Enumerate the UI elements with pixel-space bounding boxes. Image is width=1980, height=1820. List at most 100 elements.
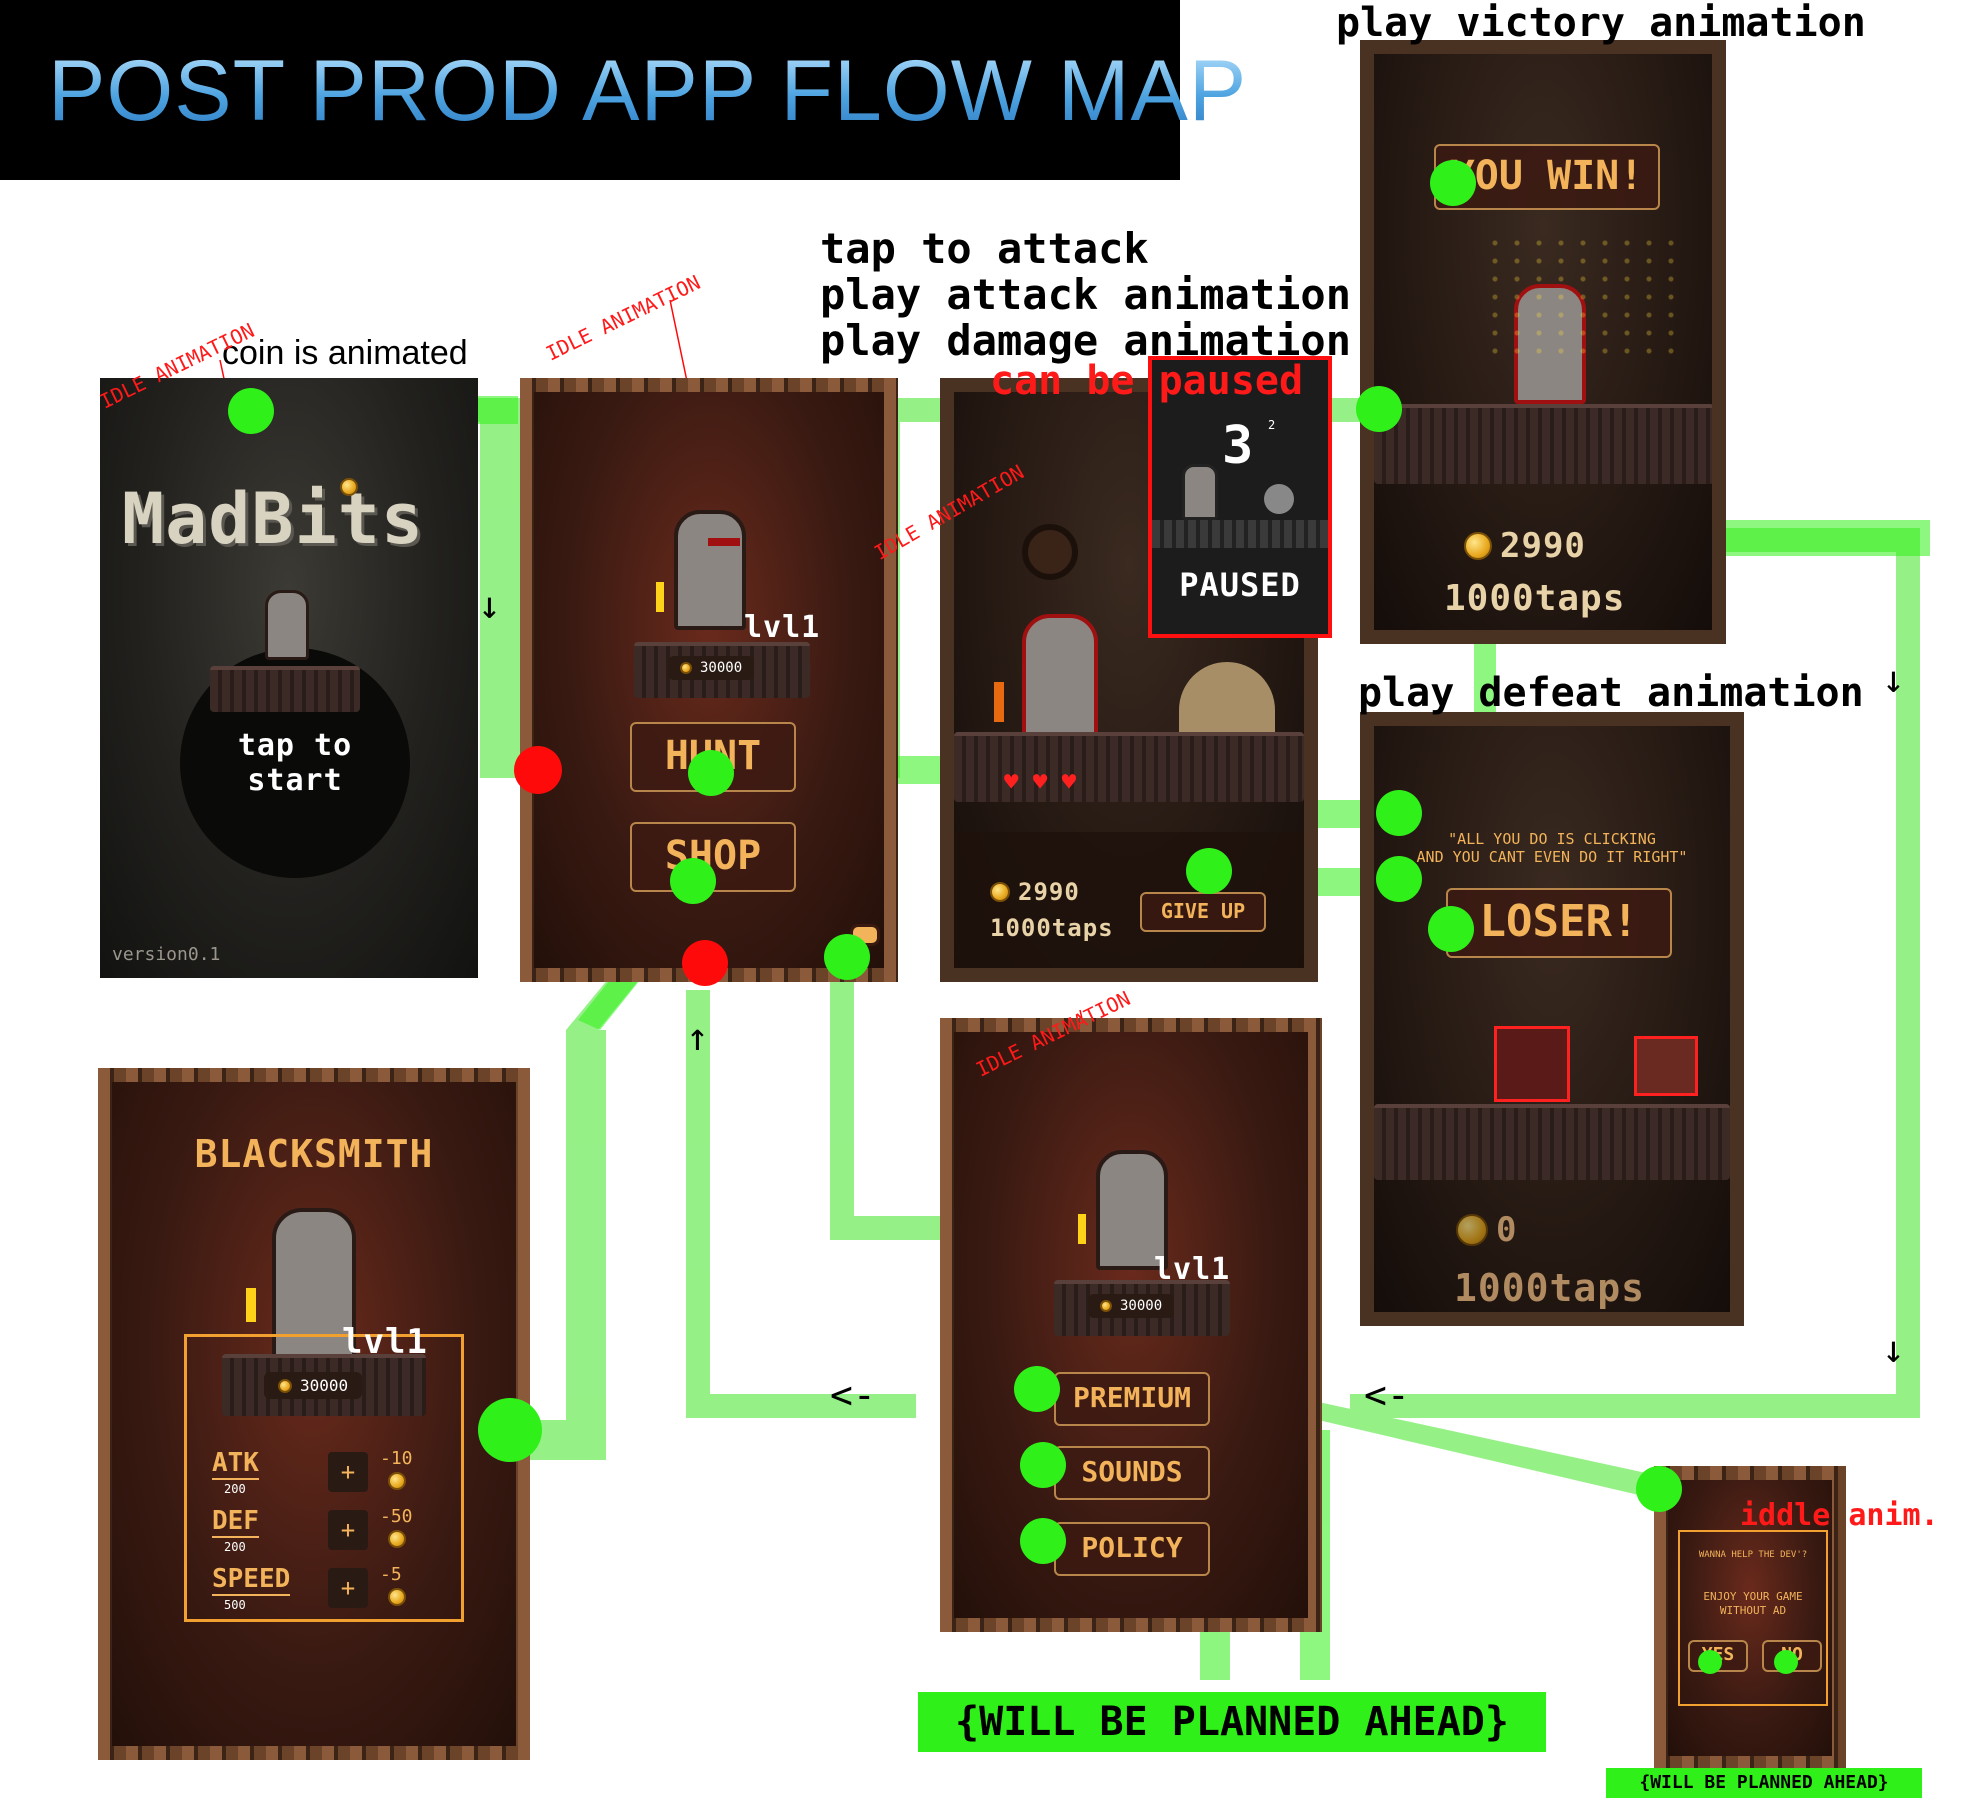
touch-point-marker — [1698, 1650, 1722, 1674]
torch-icon — [994, 682, 1004, 722]
will-be-planned-ahead-main: {WILL BE PLANNED AHEAD} — [918, 1692, 1546, 1752]
coin-value: 30000 — [1120, 1298, 1163, 1314]
stat-name: ATK — [212, 1448, 259, 1480]
coin-icon — [388, 1588, 406, 1606]
upgrade-plus-button[interactable]: + — [328, 1452, 368, 1492]
version-label: version0.1 — [112, 944, 221, 965]
coin-animated-note: coin is animated — [222, 334, 468, 372]
game-logo: MadBits — [122, 478, 425, 560]
tap-to-attack-note: tap to attack — [820, 224, 1149, 273]
ghost-enemy — [1264, 484, 1294, 514]
knight-helmet-sprite — [1634, 1036, 1698, 1096]
knight-sprite — [1022, 614, 1098, 744]
touch-point-marker — [1774, 1650, 1798, 1674]
torch-icon — [1078, 1214, 1086, 1244]
touch-point-marker — [1186, 848, 1232, 894]
touch-point-marker — [688, 750, 734, 796]
coin-counter: 2990 — [990, 878, 1080, 906]
portal-icon — [1022, 524, 1078, 580]
stat-cost: -50 — [380, 1506, 413, 1527]
touch-point-marker — [1376, 856, 1422, 902]
touch-point-marker — [670, 858, 716, 904]
knight-sprite — [265, 590, 309, 660]
countdown-value: 3 — [1222, 416, 1255, 476]
coin-value: 2990 — [1500, 526, 1586, 566]
touch-point-marker — [1020, 1442, 1066, 1488]
touch-point-marker — [1636, 1466, 1682, 1512]
stone-plinth — [210, 666, 360, 712]
knight-visor — [708, 538, 740, 546]
coin-icon — [990, 882, 1010, 902]
coin-value: 2990 — [1018, 878, 1080, 906]
stat-name: DEF — [212, 1506, 259, 1538]
hearts-display: ♥ ♥ ♥ — [1004, 768, 1077, 796]
arrow-up-icon: ↑ — [686, 1015, 709, 1059]
confetti — [1484, 234, 1684, 354]
stone-floor — [1152, 520, 1328, 548]
stat-list: ATK 200 + -10 DEF 200 + -50 SPEED 500 + -5 — [212, 1448, 452, 1622]
coin-counter: 2990 — [1464, 526, 1586, 566]
stat-cost: -5 — [380, 1564, 402, 1585]
arrow-down-icon: ↓ — [1882, 657, 1905, 701]
touch-point-marker — [1014, 1366, 1060, 1412]
tap-to-start-label: tap to start — [237, 728, 353, 798]
coin-counter: 30000 — [264, 1372, 363, 1399]
touch-point-marker — [1376, 790, 1422, 836]
policy-button[interactable]: POLICY — [1054, 1522, 1210, 1576]
knight-sprite — [674, 510, 746, 630]
upgrade-plus-button[interactable]: + — [328, 1568, 368, 1608]
arrow-left-icon: <- — [830, 1373, 876, 1417]
torch-icon — [246, 1288, 256, 1322]
iddle-anim-note: iddle anim. — [1740, 1498, 1939, 1533]
touch-point-marker — [824, 934, 870, 980]
blacksmith-title: BLACKSMITH — [194, 1132, 434, 1176]
play-defeat-note: play defeat animation — [1358, 670, 1864, 716]
coin-counter: 30000 — [668, 656, 755, 680]
victory-screen[interactable]: YOU WIN! 2990 1000taps — [1360, 40, 1726, 644]
stat-value: 500 — [224, 1598, 246, 1612]
level-label: lvl1 — [744, 610, 821, 645]
stat-row: ATK 200 + -10 — [212, 1448, 452, 1504]
touch-point-marker — [1430, 160, 1476, 206]
blacksmith-screen: BLACKSMITH lvl1 30000 ATK 200 + -10 DEF 200 + -… — [98, 1068, 530, 1760]
without-ad-text: WITHOUT AD — [1719, 1604, 1787, 1617]
coin-value: 30000 — [300, 1376, 349, 1395]
touch-point-marker — [1356, 386, 1402, 432]
sounds-button[interactable]: SOUNDS — [1054, 1446, 1210, 1500]
defeat-quote-line1: "ALL YOU DO IS CLICKING — [1448, 830, 1656, 848]
premium-button[interactable]: PREMIUM — [1054, 1372, 1210, 1426]
knight-sprite — [1182, 464, 1218, 520]
stat-row: SPEED 500 + -5 — [212, 1564, 452, 1620]
coin-icon — [388, 1530, 406, 1548]
arrow-down-icon: ↓ — [1882, 1327, 1905, 1371]
coin-icon — [388, 1472, 406, 1490]
taps-value: 1000taps — [990, 914, 1114, 942]
enjoy-text: ENJOY YOUR GAME — [1703, 1590, 1803, 1603]
settings-screen: lvl1 30000 PREMIUM SOUNDS POLICY — [940, 1018, 1322, 1632]
coin-counter: 30000 — [1088, 1294, 1175, 1318]
taps-value: 1000taps — [1444, 578, 1626, 619]
countdown-sup: 2 — [1268, 418, 1276, 432]
start-screen[interactable]: MadBits tap to start version0.1 — [100, 378, 478, 978]
defeat-quote-line2: AND YOU CANT EVEN DO IT RIGHT" — [1416, 848, 1688, 866]
coin-icon — [1456, 1214, 1488, 1246]
stat-cost: -10 — [380, 1448, 413, 1469]
error-point-marker — [514, 746, 562, 794]
stat-value: 200 — [224, 1540, 246, 1554]
give-up-button[interactable]: GIVE UP — [1140, 892, 1266, 932]
arrow-down-icon: ↓ — [478, 583, 501, 627]
touch-point-marker — [1020, 1518, 1066, 1564]
stone-floor — [1374, 1104, 1730, 1180]
will-be-planned-ahead-small: {WILL BE PLANNED AHEAD} — [1606, 1768, 1922, 1798]
coin-icon — [278, 1378, 292, 1393]
upgrade-plus-button[interactable]: + — [328, 1510, 368, 1550]
torch-icon — [656, 582, 664, 612]
stat-row: DEF 200 + -50 — [212, 1506, 452, 1562]
help-dev-text: WANNA HELP THE DEV'? — [1698, 1550, 1808, 1560]
coin-value: 30000 — [700, 660, 743, 676]
coin-icon — [1464, 532, 1492, 560]
play-attack-note: play attack animation — [820, 270, 1352, 319]
stat-name: SPEED — [212, 1564, 291, 1596]
coin-icon — [680, 662, 692, 674]
fallen-knight-sprite — [1494, 1026, 1570, 1102]
